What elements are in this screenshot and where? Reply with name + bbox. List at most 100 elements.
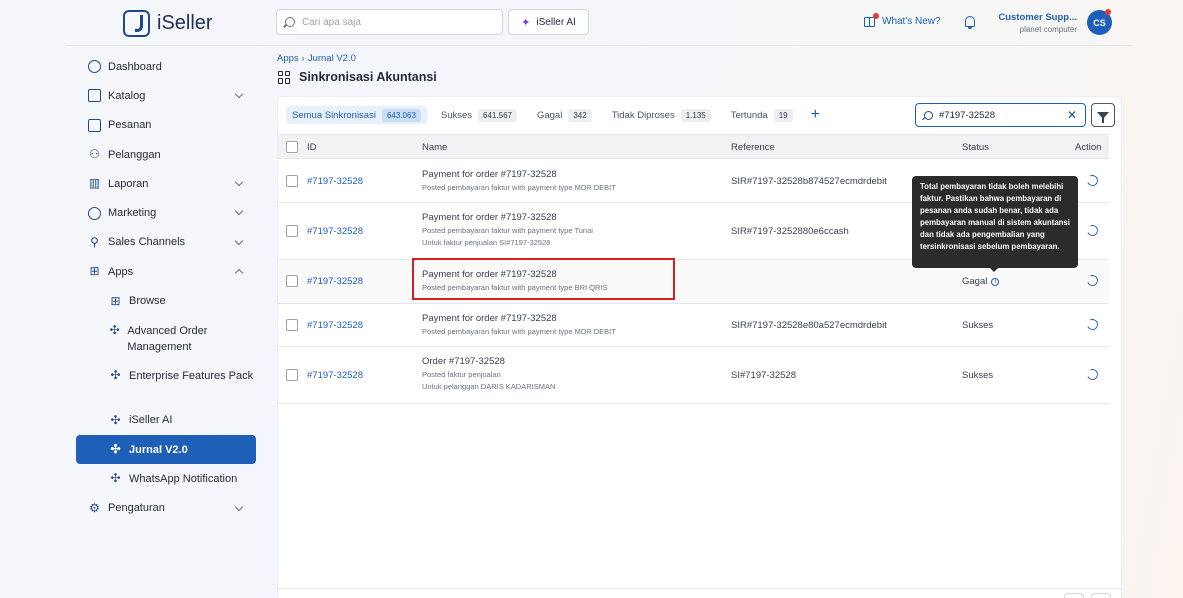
row-reference: SIR#7197-32528e80a527ecmdrdebit [731, 320, 887, 331]
sidebar-item-label: Jurnal V2.0 [129, 443, 188, 456]
column-header-id[interactable]: ID [307, 142, 317, 153]
select-all-checkbox[interactable] [286, 141, 298, 153]
sidebar-item-jurnal-v2[interactable]: ✣ Jurnal V2.0 [76, 434, 256, 465]
column-header-name[interactable]: Name [422, 142, 447, 153]
filter-icon [1097, 111, 1109, 123]
info-icon[interactable]: i [991, 278, 1000, 286]
global-search-input[interactable] [302, 16, 482, 28]
sidebar-item-apps[interactable]: ⊞ Apps [76, 257, 256, 286]
table-search-input[interactable] [939, 109, 1064, 121]
tab-label: Tidak Diproses [611, 109, 675, 121]
marketing-icon [88, 206, 101, 220]
row-id-link[interactable]: #7197-32528 [307, 226, 363, 237]
row-id-link[interactable]: #7197-32528 [307, 320, 363, 331]
tab-label: Tertunda [730, 109, 768, 121]
sidebar-item-katalog[interactable]: Katalog [76, 81, 256, 110]
sales-channels-icon: ⚲ [90, 234, 99, 249]
sidebar-item-browse[interactable]: ⊞ Browse [76, 286, 256, 315]
sync-icon[interactable] [1085, 273, 1100, 288]
sync-icon[interactable] [1085, 367, 1100, 382]
add-tab-button[interactable]: + [811, 107, 820, 123]
sidebar-item-laporan[interactable]: ▥ Laporan [76, 169, 256, 198]
row-id-link[interactable]: #7197-32528 [307, 276, 363, 287]
global-search[interactable] [276, 9, 503, 35]
row-name-title: Payment for order #7197-32528 [422, 212, 557, 223]
catalog-icon [88, 89, 101, 103]
breadcrumb-separator: › [301, 53, 305, 64]
iseller-ai-button[interactable]: ✦ iSeller AI [508, 9, 589, 35]
tab-label: Sukses [440, 109, 473, 121]
sidebar-item-iseller-ai[interactable]: ✣ iSeller AI [76, 406, 256, 435]
sidebar-item-label: Advanced Order Management [127, 324, 208, 353]
sidebar-item-pesanan[interactable]: Pesanan [76, 111, 256, 140]
dashboard-icon [88, 60, 101, 74]
sidebar-item-label: Pengaturan [108, 502, 165, 515]
sidebar-item-marketing[interactable]: Marketing [76, 198, 256, 227]
sidebar-item-dashboard[interactable]: Dashboard [76, 52, 256, 81]
row-status: Sukses [962, 320, 994, 331]
row-checkbox[interactable] [286, 369, 298, 381]
breadcrumb-apps[interactable]: Apps [277, 53, 299, 64]
sidebar-item-enterprise-features-pack[interactable]: ✣ Enterprise Features Pack [76, 361, 256, 406]
tab-count: 1.135 [680, 108, 711, 122]
row-id-link[interactable]: #7197-32528 [307, 176, 363, 187]
row-reference: SIR#7197-3252880e6ccash [731, 226, 849, 237]
row-name-desc2: Untuk pelanggan DARIS KADARISMAN [422, 382, 556, 391]
filter-button[interactable] [1091, 103, 1115, 127]
row-checkbox[interactable] [286, 319, 298, 331]
app-name: iSeller [157, 12, 213, 34]
iseller-logo-icon [123, 10, 150, 37]
sidebar-item-label: Dashboard [108, 60, 162, 73]
sidebar-item-pelanggan[interactable]: ⚇ Pelanggan [76, 140, 256, 169]
sidebar-item-advanced-order-management[interactable]: ✣ Advanced Order Management [76, 316, 256, 361]
table-search[interactable]: ✕ [915, 103, 1086, 127]
row-checkbox[interactable] [286, 225, 298, 237]
tab-tidak-diproses[interactable]: Tidak Diproses 1.135 [606, 106, 717, 124]
close-icon[interactable]: ✕ [1067, 108, 1077, 122]
bell-icon[interactable] [965, 16, 975, 29]
row-name-desc: Posted faktur penjualan [422, 370, 501, 379]
puzzle-icon: ✣ [110, 471, 121, 486]
sync-icon[interactable] [1085, 223, 1100, 238]
sidebar-item-pengaturan[interactable]: ⚙ Pengaturan [76, 494, 256, 523]
pagination-next-button[interactable] [1091, 593, 1111, 598]
breadcrumb-current[interactable]: Jurnal V2.0 [308, 53, 356, 64]
tab-gagal[interactable]: Gagal 342 [531, 106, 598, 124]
settings-icon: ⚙ [89, 500, 100, 515]
breadcrumb: Apps › Jurnal V2.0 [277, 53, 356, 64]
whats-new-badge [873, 13, 879, 19]
column-header-status[interactable]: Status [962, 142, 989, 153]
user-menu[interactable]: Customer Supp... planet computer [997, 12, 1077, 34]
app-logo[interactable]: iSeller [123, 10, 213, 37]
sidebar-item-sales-channels[interactable]: ⚲ Sales Channels [76, 228, 256, 257]
row-checkbox[interactable] [286, 275, 298, 287]
row-checkbox[interactable] [286, 175, 298, 187]
tab-label: Gagal [536, 109, 563, 121]
tab-count: 643.063 [381, 108, 421, 122]
sidebar-item-label: Browse [129, 295, 166, 308]
sidebar-item-label: WhatsApp Notification [129, 472, 238, 485]
page-title-text: Sinkronisasi Akuntansi [299, 70, 437, 84]
row-id-link[interactable]: #7197-32528 [307, 370, 363, 381]
sync-icon[interactable] [1085, 317, 1100, 332]
pagination-prev-button[interactable] [1064, 593, 1084, 598]
column-header-action: Action [1075, 142, 1102, 153]
sidebar-item-label: Pelanggan [108, 148, 161, 161]
row-reference: SIR#7197-32528b874527ecmdrdebit [731, 176, 887, 187]
sync-icon[interactable] [1085, 173, 1100, 188]
sidebar-item-whatsapp-notification[interactable]: ✣ WhatsApp Notification [76, 464, 256, 493]
chevron-down-icon [234, 207, 244, 216]
sidebar-item-label: Laporan [108, 177, 149, 190]
user-name: Customer Supp... [998, 12, 1077, 23]
table-header: ID Name Reference Status Action [278, 134, 1109, 159]
page-title: Sinkronisasi Akuntansi [278, 70, 437, 84]
column-header-reference[interactable]: Reference [731, 142, 775, 153]
sidebar-item-label: Pesanan [108, 119, 152, 132]
tab-tertunda[interactable]: Tertunda 19 [725, 106, 799, 124]
tab-sukses[interactable]: Sukses 641.567 [435, 106, 523, 124]
sidebar-item-label: Apps [108, 265, 134, 278]
sync-panel: Semua Sinkronisasi 643.063 Sukses 641.56… [277, 96, 1122, 598]
row-status: Sukses [962, 370, 994, 381]
tab-semua-sinkronisasi[interactable]: Semua Sinkronisasi 643.063 [286, 106, 427, 124]
table-row: #7197-32528 Payment for order #7197-3252… [278, 304, 1109, 347]
